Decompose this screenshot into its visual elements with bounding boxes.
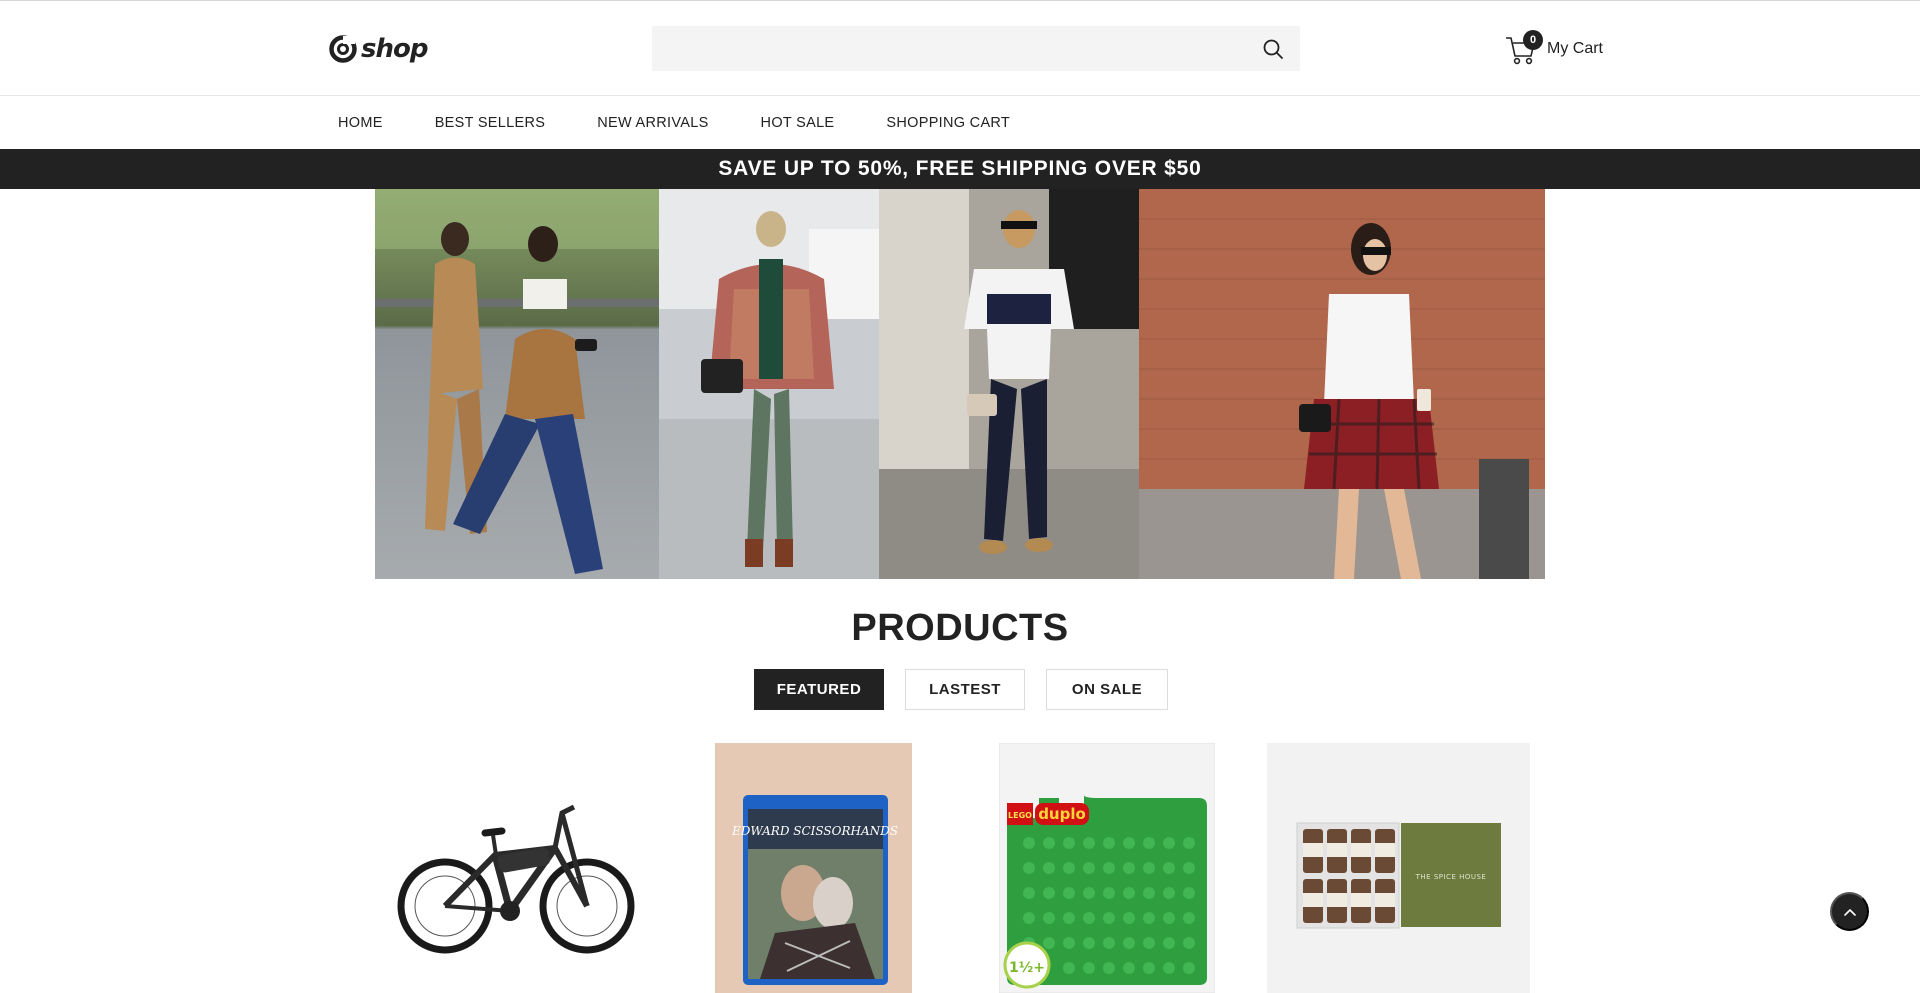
product-card-spice-house-box[interactable]: THE SPICE HOUSE — [1267, 743, 1530, 993]
hero-image-plaid-skirt — [1139, 189, 1545, 579]
nav-item-best-sellers[interactable]: BEST SELLERS — [435, 115, 546, 131]
nav-item-hot-sale[interactable]: HOT SALE — [761, 115, 835, 131]
hero-image-plaid-poncho — [659, 189, 879, 579]
product-card-edward-scissorhands-bluray[interactable]: EDWARD SCISSORHANDS — [715, 743, 912, 993]
logo-mark-icon — [329, 35, 357, 63]
product-image-edward-scissorhands-bluray: EDWARD SCISSORHANDS — [715, 743, 912, 993]
search-icon[interactable] — [1262, 38, 1284, 60]
tab-featured[interactable]: FEATURED — [754, 669, 884, 710]
cart-label: My Cart — [1547, 40, 1603, 57]
products-heading: PRODUCTS — [851, 607, 1069, 649]
duplo-brand-text: duplo — [1038, 805, 1086, 823]
cart-icon-wrap: 0 — [1505, 30, 1543, 66]
product-image-spice-house-box: THE SPICE HOUSE — [1267, 743, 1530, 993]
site-logo[interactable]: shop — [328, 31, 428, 67]
product-image-electric-bike — [390, 743, 652, 993]
duplo-age-text: 1½+ — [1009, 960, 1045, 976]
svg-text:LEGO: LEGO — [1008, 811, 1032, 820]
nav-item-new-arrivals[interactable]: NEW ARRIVALS — [597, 115, 708, 131]
search-bar — [652, 26, 1300, 71]
logo-text: shop — [361, 34, 428, 64]
tab-on-sale[interactable]: ON SALE — [1046, 669, 1168, 710]
main-nav: HOME BEST SELLERS NEW ARRIVALS HOT SALE … — [0, 97, 1920, 149]
nav-item-shopping-cart[interactable]: SHOPPING CART — [886, 115, 1010, 131]
spice-box-text: THE SPICE HOUSE — [1415, 873, 1487, 881]
cart-link[interactable]: 0 My Cart — [1505, 30, 1603, 67]
back-to-top-button[interactable] — [1830, 892, 1869, 931]
hero-image-striped-top — [879, 189, 1139, 579]
hero-image-street-duo — [375, 189, 659, 579]
chevron-up-icon — [1843, 908, 1856, 916]
bluray-cover-title: EDWARD SCISSORHANDS — [731, 824, 898, 838]
cart-count-badge: 0 — [1523, 30, 1543, 50]
search-input[interactable] — [652, 26, 1242, 71]
tab-latest[interactable]: LASTEST — [905, 669, 1025, 710]
nav-item-home[interactable]: HOME — [338, 115, 383, 131]
product-tabs: FEATURED LASTEST ON SALE — [754, 669, 1189, 710]
site-header: shop 0 My Cart — [0, 1, 1920, 96]
hero-banner[interactable] — [375, 189, 1545, 579]
product-card-lego-duplo-plate[interactable]: LEGO duplo 1½+ — [999, 743, 1215, 993]
promo-banner: SAVE UP TO 50%, FREE SHIPPING OVER $50 — [0, 149, 1920, 189]
product-image-lego-duplo-plate: LEGO duplo 1½+ — [999, 743, 1215, 993]
product-card-electric-bike[interactable] — [390, 743, 652, 993]
